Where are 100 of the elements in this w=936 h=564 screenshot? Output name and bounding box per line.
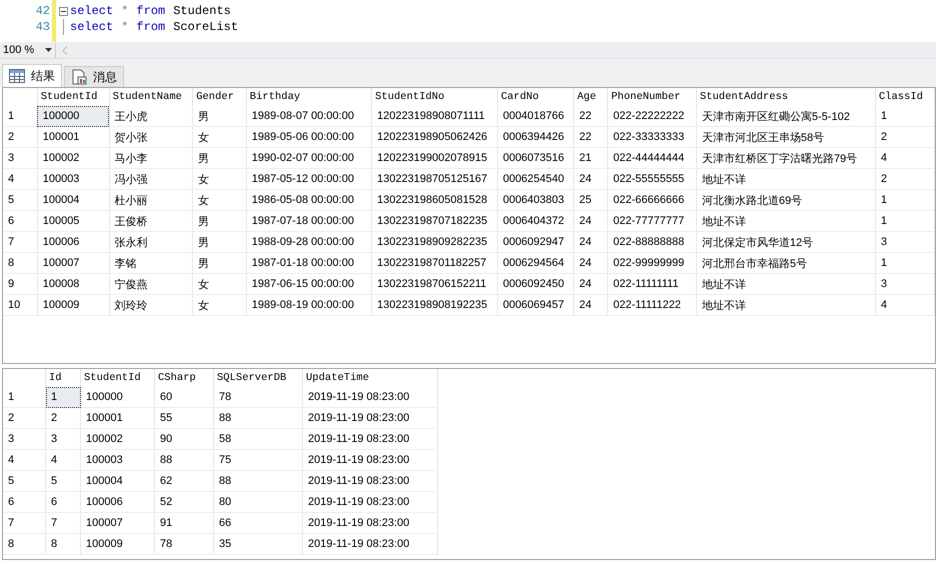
row-number[interactable]: 2: [8, 131, 14, 143]
column-header[interactable]: Gender: [196, 91, 234, 103]
table-cell[interactable]: 100005: [37, 210, 110, 232]
code-token: *: [121, 19, 128, 35]
table-cell: 022-11111111: [613, 278, 678, 290]
column-header[interactable]: CardNo: [500, 91, 539, 103]
column-header[interactable]: Birthday: [250, 91, 300, 103]
result-tab[interactable]: 消息: [64, 66, 124, 87]
table-cell[interactable]: 3: [46, 428, 80, 450]
table-cell[interactable]: 8: [46, 534, 80, 554]
table-cell: 0006092450: [502, 278, 564, 290]
table-cell: 022-88888888: [613, 236, 684, 248]
row-number[interactable]: 4: [8, 173, 14, 185]
column-header[interactable]: StudentId: [40, 91, 98, 103]
table-cell: 100000: [86, 391, 123, 403]
table-cell: 宁俊燕: [114, 278, 148, 290]
table-cell: 河北衡水路北道69号: [702, 194, 802, 206]
table-cell: 1990-02-07 00:00:00: [252, 152, 354, 164]
table-cell: 66: [219, 517, 232, 529]
table-cell: 1: [880, 110, 887, 122]
row-number[interactable]: 3: [8, 433, 14, 445]
row-number[interactable]: 10: [8, 299, 20, 311]
table-cell: 88: [219, 475, 232, 487]
row-number[interactable]: 4: [8, 454, 14, 466]
column-header[interactable]: StudentAddress: [700, 91, 788, 103]
table-cell: 100004: [86, 475, 123, 487]
column-header[interactable]: PhoneNumber: [611, 91, 681, 103]
table-cell: 130223198705125167: [377, 173, 488, 185]
column-header[interactable]: SQLServerDB: [217, 372, 286, 384]
table-cell: 022-11111222: [613, 299, 681, 311]
table-cell[interactable]: 100001: [37, 126, 110, 148]
table-cell: 男: [198, 236, 210, 248]
column-header[interactable]: UpdateTime: [306, 372, 370, 384]
result-tab[interactable]: 结果: [2, 64, 62, 87]
table-cell: 100003: [86, 454, 123, 466]
table-cell: 120223198905062426: [377, 131, 488, 143]
row-number[interactable]: 8: [8, 257, 14, 269]
row-number[interactable]: 7: [8, 517, 14, 529]
table-cell: 马小李: [114, 152, 148, 164]
table-cell: 022-99999999: [613, 257, 684, 269]
table-cell: 1989-08-07 00:00:00: [252, 110, 354, 122]
table-cell: 天津市红桥区丁字沽曙光路79号: [702, 152, 858, 164]
table-cell: 3: [880, 236, 887, 248]
table-cell: 24: [579, 299, 592, 311]
line-number: 42: [34, 3, 51, 19]
table-cell: 0006092947: [502, 236, 564, 248]
table-cell: 张永利: [114, 236, 148, 248]
table-cell: 4: [880, 152, 887, 164]
column-header[interactable]: StudentId: [84, 372, 141, 384]
table-cell[interactable]: 100008: [37, 274, 110, 294]
column-header[interactable]: CSharp: [158, 372, 196, 384]
table-cell: 0006069457: [502, 299, 564, 311]
column-header[interactable]: ClassId: [878, 91, 923, 103]
table-cell: 女: [198, 300, 210, 312]
table-cell[interactable]: 7: [46, 512, 80, 534]
column-header[interactable]: StudentName: [112, 91, 182, 103]
column-header[interactable]: Age: [577, 91, 596, 103]
row-number[interactable]: 5: [8, 475, 14, 487]
row-number[interactable]: 7: [8, 236, 14, 248]
table-cell: 88: [219, 412, 232, 424]
row-number[interactable]: 1: [8, 110, 14, 122]
table-cell[interactable]: 100004: [37, 190, 110, 210]
row-number[interactable]: 6: [8, 496, 14, 508]
focused-cell[interactable]: 100000: [37, 106, 110, 126]
table-cell: 130223198707182235: [377, 215, 488, 227]
focused-cell[interactable]: 1: [46, 387, 80, 408]
table-cell[interactable]: 2: [46, 408, 80, 428]
table-cell[interactable]: 100006: [37, 232, 110, 252]
table-cell[interactable]: 6: [46, 492, 80, 512]
row-number[interactable]: 1: [8, 391, 14, 403]
collapse-icon[interactable]: [58, 6, 68, 16]
column-header[interactable]: StudentIdNo: [375, 91, 444, 103]
code-token: Students: [173, 3, 231, 19]
table-cell[interactable]: 100007: [37, 252, 110, 274]
table-cell: 2: [880, 173, 887, 185]
document-icon: [71, 69, 87, 85]
table-cell: 地址不详: [702, 278, 746, 290]
table-cell: 90: [160, 433, 172, 445]
table-cell[interactable]: 100002: [37, 148, 110, 168]
row-number[interactable]: 8: [8, 538, 14, 550]
table-cell: 022-44444444: [613, 152, 684, 164]
table-cell: 0004018766: [502, 110, 564, 122]
row-number[interactable]: 9: [8, 278, 14, 290]
table-cell[interactable]: 5: [46, 470, 80, 492]
table-cell: 100002: [86, 433, 123, 445]
table-cell: 0006404372: [502, 215, 564, 227]
row-number[interactable]: 3: [8, 152, 14, 164]
table-cell: 女: [198, 278, 210, 290]
table-cell: 24: [579, 236, 592, 248]
table-cell: 1: [880, 215, 887, 227]
table-cell[interactable]: 100003: [37, 168, 110, 190]
table-cell: 女: [198, 132, 210, 144]
row-number[interactable]: 2: [8, 412, 14, 424]
table-cell[interactable]: 4: [46, 450, 80, 470]
column-header[interactable]: Id: [49, 372, 62, 384]
row-number[interactable]: 5: [8, 194, 14, 206]
table-cell[interactable]: 100009: [37, 294, 110, 316]
dropdown-caret-icon[interactable]: [45, 48, 52, 52]
row-number[interactable]: 6: [8, 215, 14, 227]
table-cell: 2019-11-19 08:23:00: [308, 433, 410, 445]
